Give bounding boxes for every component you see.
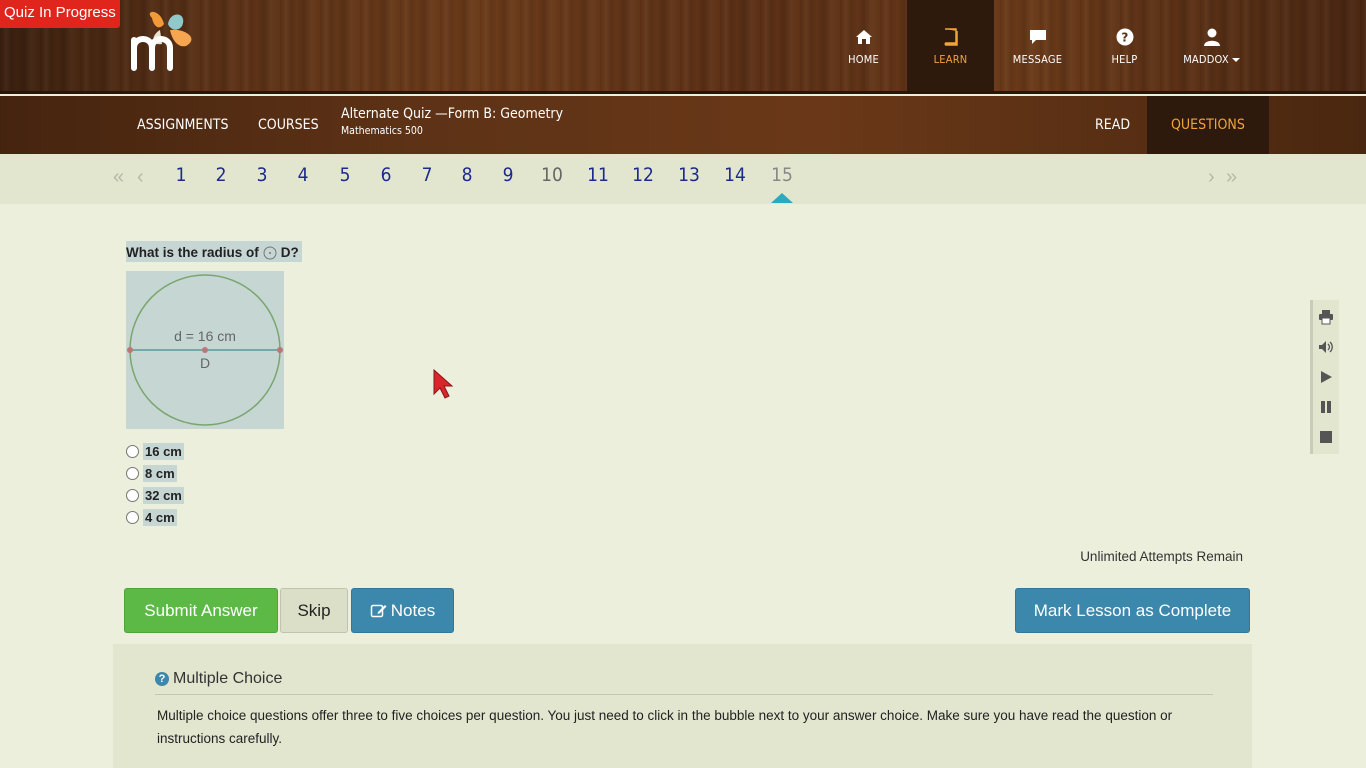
help-icon: ?	[1116, 28, 1133, 46]
question-mark-icon: ?	[155, 672, 169, 686]
answer-radio-4[interactable]	[126, 510, 139, 524]
nav-help[interactable]: ? HELP	[1081, 0, 1168, 91]
diameter-label: d = 16 cm	[174, 328, 236, 344]
volume-icon[interactable]	[1318, 339, 1334, 355]
diameter-endpoint-left	[127, 347, 133, 353]
skip-button[interactable]: Skip	[280, 588, 348, 633]
page-link-10[interactable]: 10	[537, 164, 567, 186]
submit-answer-button[interactable]: Submit Answer	[124, 588, 278, 633]
subnav-questions[interactable]: QUESTIONS	[1147, 96, 1269, 154]
subnav-courses[interactable]: COURSES	[258, 96, 319, 154]
answer-choice-1[interactable]: 16 cm	[126, 441, 184, 461]
current-page-indicator	[771, 193, 793, 203]
question-type-info: ? Multiple Choice Multiple choice questi…	[113, 644, 1252, 768]
user-name: MADDOX	[1183, 53, 1229, 66]
question-prompt-text: What is the radius of	[126, 245, 259, 260]
page-link-15-current[interactable]: 15	[767, 164, 797, 186]
mouse-cursor-icon	[433, 368, 454, 399]
edit-icon	[370, 604, 387, 618]
speech-toolbar	[1310, 300, 1339, 454]
answer-choice-4[interactable]: 4 cm	[126, 507, 177, 527]
page-link-6[interactable]: 6	[371, 164, 401, 186]
book-icon	[944, 28, 958, 46]
course-name: Mathematics 500	[341, 125, 423, 137]
circle-symbol-icon	[263, 246, 277, 259]
answer-label-4: 4 cm	[143, 508, 177, 526]
message-icon	[1029, 30, 1046, 44]
print-icon[interactable]	[1318, 309, 1334, 325]
answer-radio-1[interactable]	[126, 444, 139, 458]
answer-radio-3[interactable]	[126, 488, 139, 502]
circle-diagram: d = 16 cm D	[126, 271, 284, 429]
answer-choice-3[interactable]: 32 cm	[126, 485, 184, 505]
info-header: ? Multiple Choice	[155, 670, 1213, 695]
page-link-12[interactable]: 12	[628, 164, 658, 186]
page-link-7[interactable]: 7	[412, 164, 442, 186]
quiz-status-badge: Quiz In Progress	[0, 0, 120, 28]
top-header: Quiz In Progress HOME LEARN MESSAGE ? HE…	[0, 0, 1366, 94]
nav-message[interactable]: MESSAGE	[994, 0, 1081, 91]
prev-page-icon[interactable]: ‹	[137, 166, 144, 189]
question-pager: « ‹ 1 2 3 4 5 6 7 8 9 10 11 12 13 14 15 …	[0, 154, 1366, 204]
next-page-icon[interactable]: ›	[1208, 166, 1215, 189]
play-icon[interactable]	[1318, 369, 1334, 385]
page-link-4[interactable]: 4	[288, 164, 318, 186]
question-prompt: What is the radius of D?	[126, 241, 302, 262]
home-icon	[855, 30, 872, 44]
nav-home[interactable]: HOME	[820, 0, 907, 91]
answer-radio-2[interactable]	[126, 466, 139, 480]
nav-learn-label: LEARN	[933, 53, 968, 66]
question-prompt-suffix: D?	[280, 245, 299, 260]
first-page-icon[interactable]: «	[113, 166, 124, 189]
lesson-title: Alternate Quiz —Form B: Geometry	[341, 106, 564, 122]
info-title: Multiple Choice	[173, 670, 283, 687]
nav-user-menu[interactable]: MADDOX	[1168, 0, 1255, 91]
attempts-remaining: Unlimited Attempts Remain	[1080, 549, 1243, 564]
last-page-icon[interactable]: »	[1226, 166, 1237, 189]
answer-label-1: 16 cm	[143, 442, 184, 460]
answer-label-2: 8 cm	[143, 464, 177, 482]
center-point	[202, 347, 208, 353]
nav-message-label: MESSAGE	[1012, 53, 1063, 66]
lesson-heading: Alternate Quiz —Form B: Geometry Mathema…	[341, 106, 563, 137]
notes-button[interactable]: Notes	[351, 588, 454, 633]
nav-learn[interactable]: LEARN	[907, 0, 994, 91]
svg-text:?: ?	[1121, 31, 1128, 45]
nav-home-label: HOME	[848, 53, 879, 66]
notes-button-label: Notes	[390, 600, 436, 620]
page-link-3[interactable]: 3	[247, 164, 277, 186]
user-icon	[1203, 28, 1220, 46]
mark-complete-button[interactable]: Mark Lesson as Complete	[1015, 588, 1250, 633]
answer-choice-2[interactable]: 8 cm	[126, 463, 177, 483]
answer-label-3: 32 cm	[143, 486, 184, 504]
subnav-read[interactable]: READ	[1095, 96, 1130, 154]
chevron-down-icon	[1231, 58, 1240, 62]
page-link-9[interactable]: 9	[493, 164, 523, 186]
page-link-11[interactable]: 11	[583, 164, 613, 186]
page-link-8[interactable]: 8	[452, 164, 482, 186]
pause-icon[interactable]	[1318, 399, 1334, 415]
subnav-assignments[interactable]: ASSIGNMENTS	[137, 96, 228, 154]
page-link-1[interactable]: 1	[166, 164, 196, 186]
nav-user-label: MADDOX	[1168, 53, 1255, 66]
page-link-13[interactable]: 13	[674, 164, 704, 186]
info-description: Multiple choice questions offer three to…	[157, 708, 1173, 746]
diameter-endpoint-right	[277, 347, 283, 353]
app-logo[interactable]	[130, 10, 202, 72]
page-link-14[interactable]: 14	[720, 164, 750, 186]
stop-icon[interactable]	[1318, 429, 1334, 445]
page-link-2[interactable]: 2	[206, 164, 236, 186]
nav-help-label: HELP	[1111, 53, 1138, 66]
center-label: D	[200, 355, 210, 371]
page-link-5[interactable]: 5	[330, 164, 360, 186]
sub-navigation: ASSIGNMENTS COURSES Alternate Quiz —Form…	[0, 96, 1366, 154]
